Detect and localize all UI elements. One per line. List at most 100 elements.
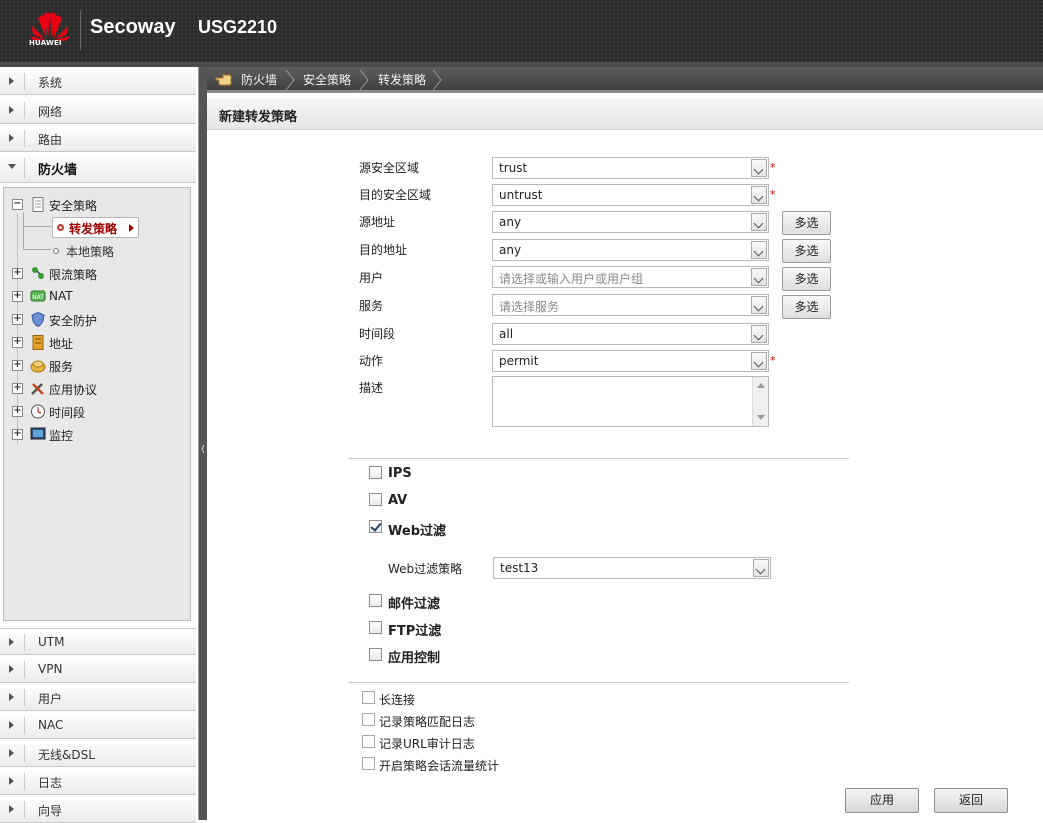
dst-zone-select[interactable]: untrust [492,184,769,206]
chevron-down-icon[interactable] [751,186,767,204]
nav-item-user[interactable]: 用户 [0,684,196,711]
av-checkbox[interactable] [369,493,382,506]
expand-icon[interactable]: + [12,360,23,371]
sidebar-splitter[interactable] [198,67,207,820]
src-addr-select[interactable]: any [492,211,769,233]
nav-item-label: 防火墙 [38,163,78,178]
apply-button[interactable]: 应用 [845,788,919,813]
tree-item-monitor[interactable]: + 监控 [12,425,182,445]
chevron-down-icon[interactable] [751,296,767,314]
description-label: 描述 [359,381,384,395]
service-multi-select-button[interactable]: 多选 [782,295,831,319]
description-textarea[interactable] [492,376,769,427]
chevron-down-icon[interactable] [753,559,769,577]
dst-addr-multi-select-button[interactable]: 多选 [782,239,831,263]
web-filter-checkbox[interactable] [369,520,382,533]
log-url-audit-checkbox[interactable] [362,735,375,748]
bullet-icon [57,224,64,231]
tree-item-nat[interactable]: + NAT NAT [12,287,182,307]
nav-item-label: VPN [38,662,63,676]
back-button[interactable]: 返回 [934,788,1008,813]
user-select[interactable]: 请选择或输入用户或用户组 [492,266,769,288]
chevron-down-icon[interactable] [751,325,767,343]
divider [349,682,849,683]
chevron-down-icon[interactable] [751,213,767,231]
expand-icon[interactable]: + [12,429,23,440]
ips-checkbox[interactable] [369,466,382,479]
tree-item-schedule[interactable]: + 时间段 [12,402,182,422]
nav-item-label: 日志 [38,776,63,790]
select-value: untrust [499,188,543,202]
sidebar: 系统 网络 路由 防火墙 − 安全策略 转发策略 本地策略 + 限流策略 + N… [0,67,198,823]
breadcrumb-item[interactable]: 安全策略 [303,71,351,88]
nav-item-vpn[interactable]: VPN [0,656,196,683]
collapse-handle-icon[interactable] [201,442,205,456]
tree-item-service[interactable]: + 服务 [12,356,182,376]
chevron-down-icon[interactable] [751,352,767,370]
tree-item-address[interactable]: + 地址 [12,333,182,353]
log-url-audit-label: 记录URL审计日志 [379,737,475,751]
tree-item-security-protection[interactable]: + 安全防护 [12,310,182,330]
device-model: USG2210 [198,17,278,37]
log-policy-match-checkbox[interactable] [362,713,375,726]
scrollbar[interactable] [752,377,768,426]
tools-icon [31,383,44,395]
nav-item-network[interactable]: 网络 [0,97,196,124]
breadcrumb-item[interactable]: 转发策略 [378,71,426,88]
scroll-up-icon[interactable] [757,383,765,388]
ftp-filter-label: FTP过滤 [388,624,442,639]
breadcrumb-item[interactable]: 防火墙 [241,71,277,88]
chevron-down-icon[interactable] [751,159,767,177]
dst-addr-select[interactable]: any [492,239,769,261]
tree-item-security-policy[interactable]: − 安全策略 [12,195,182,215]
nav-item-label: 用户 [38,692,63,706]
action-select[interactable]: permit [492,350,769,372]
expand-arrow-icon [9,77,14,85]
session-traffic-stats-label: 开启策略会话流量统计 [379,759,500,773]
src-zone-select[interactable]: trust [492,157,769,179]
nav-item-routing[interactable]: 路由 [0,125,196,152]
required-mark: * [770,188,776,201]
chevron-down-icon[interactable] [751,241,767,259]
nav-item-firewall[interactable]: 防火墙 [0,153,196,183]
nav-item-nac[interactable]: NAC [0,712,196,739]
app-control-label: 应用控制 [388,651,441,666]
tree-item-app-protocol[interactable]: + 应用协议 [12,379,182,399]
nav-item-wizard[interactable]: 向导 [0,796,196,823]
long-connection-checkbox[interactable] [362,691,375,704]
collapse-icon[interactable]: − [12,199,23,210]
expand-icon[interactable]: + [12,337,23,348]
user-multi-select-button[interactable]: 多选 [782,267,831,291]
schedule-select[interactable]: all [492,323,769,345]
select-value: any [499,243,522,257]
scroll-down-icon[interactable] [757,415,765,420]
tree-item-label: 服务 [49,360,74,374]
tree-item-local-policy[interactable]: 本地策略 [53,241,143,261]
web-filter-policy-label: Web过滤策略 [388,562,463,576]
session-traffic-stats-checkbox[interactable] [362,757,375,770]
header-divider [80,10,81,50]
chevron-down-icon[interactable] [751,268,767,286]
tree-item-forward-policy[interactable]: 转发策略 [52,217,139,238]
tree-item-traffic-limit[interactable]: + 限流策略 [12,264,182,284]
src-addr-multi-select-button[interactable]: 多选 [782,211,831,235]
nav-item-system[interactable]: 系统 [0,68,196,95]
expand-icon[interactable]: + [12,314,23,325]
expand-icon[interactable]: + [12,383,23,394]
nav-item-utm[interactable]: UTM [0,628,196,655]
nav-item-wireless-dsl[interactable]: 无线&DSL [0,740,196,767]
svg-text:NAT: NAT [32,294,44,301]
app-control-checkbox[interactable] [369,648,382,661]
src-addr-label: 源地址 [359,215,396,229]
ftp-filter-checkbox[interactable] [369,621,382,634]
divider [349,458,849,459]
service-select[interactable]: 请选择服务 [492,294,769,316]
app-header: HUAWEI Secoway USG2210 [0,0,1043,62]
expand-icon[interactable]: + [12,406,23,417]
expand-icon[interactable]: + [12,268,23,279]
web-filter-policy-select[interactable]: test13 [493,557,771,579]
schedule-label: 时间段 [359,327,396,341]
nav-item-log[interactable]: 日志 [0,768,196,795]
expand-icon[interactable]: + [12,291,23,302]
mail-filter-checkbox[interactable] [369,594,382,607]
